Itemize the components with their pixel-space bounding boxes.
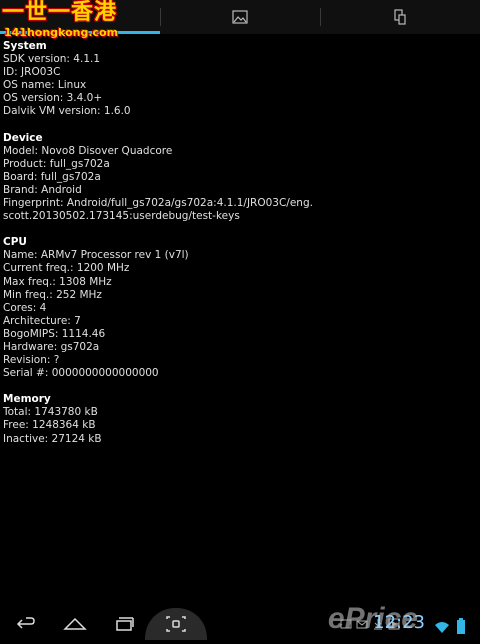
info-row: Total: 1743780 kB xyxy=(3,406,98,419)
info-row: Max freq.: 1308 MHz xyxy=(3,275,112,288)
info-row: SDK version: 4.1.1 xyxy=(3,53,101,66)
section-title-system: System xyxy=(3,40,47,52)
info-row: Brand: Android xyxy=(3,183,82,196)
info-row: Fingerprint: Android/full_gs702a/gs702a:… xyxy=(3,197,313,210)
section-title-device: Device xyxy=(3,131,43,144)
watermark-site: 141hongkong.com xyxy=(4,26,119,39)
info-row: ID: JRO03C xyxy=(3,66,61,79)
info-row: Cores: 4 xyxy=(3,301,47,314)
watermark-logo: 一世一香港 xyxy=(2,0,118,25)
info-row: BogoMIPS: 1114.46 xyxy=(3,327,106,340)
system-info-list: System SDK version: 4.1.1 ID: JRO03C OS … xyxy=(3,40,477,459)
home-icon xyxy=(63,617,87,630)
info-row: Serial #: 0000000000000000 xyxy=(3,367,159,380)
gallery-notification-icon xyxy=(340,619,352,629)
info-row: Free: 1248364 kB xyxy=(3,419,96,432)
section-title-memory: Memory xyxy=(3,393,51,406)
home-button[interactable] xyxy=(62,612,88,640)
section-system: System SDK version: 4.1.1 ID: JRO03C OS … xyxy=(3,40,477,119)
email-notification-icon xyxy=(356,620,368,629)
info-row: Model: Novo8 Disover Quadcore xyxy=(3,144,173,157)
battery-icon xyxy=(457,618,465,634)
section-cpu: CPU Name: ARMv7 Processor rev 1 (v7l) Cu… xyxy=(3,236,477,380)
tab-device[interactable] xyxy=(320,0,480,34)
recent-apps-icon xyxy=(116,617,134,631)
screenshot-icon xyxy=(166,616,186,632)
info-row: Hardware: gs702a xyxy=(3,340,100,353)
info-row: OS version: 3.4.0+ xyxy=(3,92,103,105)
image-icon xyxy=(232,10,248,24)
section-memory: Memory Total: 1743780 kB Free: 1248364 k… xyxy=(3,393,477,445)
back-icon xyxy=(16,617,35,629)
device-icon xyxy=(394,9,406,25)
info-row: Inactive: 27124 kB xyxy=(3,432,102,445)
wifi-icon xyxy=(435,622,449,633)
tab-images[interactable] xyxy=(160,0,320,34)
info-row: Dalvik VM version: 1.6.0 xyxy=(3,105,131,118)
info-row: OS name: Linux xyxy=(3,79,87,92)
info-row: scott.20130502.173145:userdebug/test-key… xyxy=(3,210,240,223)
info-row: Product: full_gs702a xyxy=(3,157,110,170)
info-row: Architecture: 7 xyxy=(3,314,81,327)
back-button[interactable] xyxy=(14,612,38,640)
info-row: Current freq.: 1200 MHz xyxy=(3,262,130,275)
info-row: Board: full_gs702a xyxy=(3,170,101,183)
section-title-cpu: CPU xyxy=(3,236,27,249)
info-row: Min freq.: 252 MHz xyxy=(3,288,102,301)
status-clock[interactable]: 12:23 xyxy=(373,612,425,633)
system-navigation-bar: ePrice 12:23 xyxy=(0,602,480,640)
info-row: Name: ARMv7 Processor rev 1 (v7l) xyxy=(3,249,189,262)
section-device: Device Model: Novo8 Disover Quadcore Pro… xyxy=(3,132,477,224)
screenshot-button[interactable] xyxy=(145,608,207,640)
recent-apps-button[interactable] xyxy=(112,612,136,640)
info-row: Revision: ? xyxy=(3,354,60,367)
